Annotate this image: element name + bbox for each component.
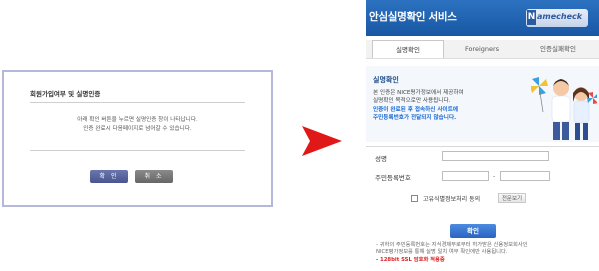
dialog-title: 회원가입여부 및 실명인증 <box>30 90 101 98</box>
dialog-message-line1: 아래 확인 버튼을 누르면 실명인증 창이 나타납니다. <box>77 117 198 123</box>
logo-letter: N <box>527 10 536 25</box>
hero-line4: 주민등록번호가 전달되지 않습니다. <box>373 115 457 121</box>
window-header: 안심실명확인 서비스 N amecheck <box>366 0 599 36</box>
hero-line2: 실명확인 목적으로만 사용됩니다. <box>373 98 451 104</box>
rrn-back-input[interactable] <box>500 171 550 181</box>
tab-bar: 실명확인 Foreigners 인증실패확인 <box>366 40 599 59</box>
view-full-text-button[interactable]: 전문보기 <box>498 193 526 203</box>
rrn-label: 주민등록번호 <box>375 174 411 182</box>
namecheck-logo: N amecheck <box>526 9 588 27</box>
namecheck-window: 안심실명확인 서비스 N amecheck 실명확인 Foreigners 인증… <box>366 0 599 271</box>
logo-text: amecheck <box>537 12 583 21</box>
tab-auth-failure[interactable]: 인증실패확인 <box>520 40 596 58</box>
ok-button[interactable]: 확 인 <box>90 170 128 183</box>
window-title: 안심실명확인 서비스 <box>369 11 457 23</box>
dialog-divider-bottom <box>30 150 245 151</box>
rrn-front-input[interactable] <box>442 171 489 181</box>
ssl-note: - 128bit SSL 암호화 적용중 <box>376 257 445 263</box>
rrn-dash: - <box>493 173 496 180</box>
hero-title: 실명확인 <box>373 76 399 84</box>
confirm-button[interactable]: 확인 <box>450 224 496 238</box>
children-illustration <box>531 77 597 140</box>
right-arrow-icon <box>302 126 342 156</box>
hero-line1: 본 인증은 NICE평가정보에서 제공하여 <box>373 90 464 96</box>
note-line1: - 귀하의 주민등록번호는 지식경제부로부터 허가받은 신용정보회사인 <box>376 242 528 248</box>
name-label: 성명 <box>375 155 387 163</box>
dialog-message-line2: 인증 완료시 다음페이지로 넘어갈 수 있습니다. <box>83 126 192 132</box>
note-line2: NICE평가정보를 통해 실명 일치 여부 확인에만 사용됩니다. <box>376 249 508 255</box>
cancel-button[interactable]: 취 소 <box>135 170 173 183</box>
tab-realname[interactable]: 실명확인 <box>372 40 444 58</box>
consent-label: 고유식별정보처리 동의 <box>423 196 481 203</box>
tab-foreigners[interactable]: Foreigners <box>446 40 518 58</box>
hero-line3: 인증이 완료된 후 접속하신 사이트에 <box>373 107 458 113</box>
membership-verify-dialog: 회원가입여부 및 실명인증 아래 확인 버튼을 누르면 실명인증 창이 나타납니… <box>2 70 273 207</box>
form-divider <box>366 146 599 147</box>
dialog-divider-top <box>30 102 245 103</box>
name-input[interactable] <box>442 151 549 161</box>
consent-checkbox[interactable] <box>411 195 418 202</box>
